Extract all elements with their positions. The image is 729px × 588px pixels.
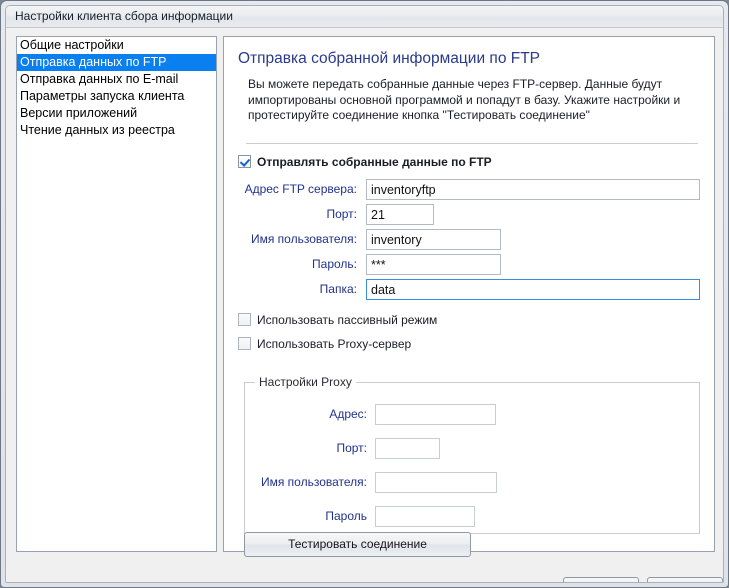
- ftp-server-label: Адрес FTP сервера:: [244, 182, 357, 196]
- proxy-port-row: Порт:: [253, 438, 693, 459]
- proxy-username-label: Имя пользователя:: [260, 475, 367, 489]
- proxy-password-label: Пароль: [325, 509, 367, 523]
- use-proxy-label: Использовать Proxy-сервер: [257, 337, 412, 351]
- enable-ftp-checkbox[interactable]: Отправлять собранные данные по FTP: [238, 155, 492, 169]
- ftp-folder-label: Папка:: [319, 282, 357, 296]
- title-bar[interactable]: Настройки клиента сбора информации: [6, 6, 723, 28]
- ftp-username-label: Имя пользователя:: [250, 232, 357, 246]
- divider: [246, 143, 698, 144]
- settings-category-list[interactable]: Общие настройки Отправка данных по FTP О…: [16, 36, 217, 552]
- sidebar-item-email[interactable]: Отправка данных по E-mail: [17, 71, 216, 88]
- proxy-group-legend: Настройки Proxy: [255, 375, 356, 389]
- checkbox-icon[interactable]: [238, 313, 251, 326]
- page-description: Вы можете передать собранные данные чере…: [248, 77, 681, 122]
- sidebar-item-app-versions[interactable]: Версии приложений: [17, 105, 216, 122]
- cancel-button[interactable]: Отмена: [647, 577, 723, 582]
- settings-panel: Отправка собранной информации по FTP Вы …: [223, 36, 715, 552]
- proxy-port-input[interactable]: [375, 438, 440, 459]
- done-button[interactable]: Готово: [563, 577, 639, 582]
- ftp-folder-input[interactable]: [366, 279, 700, 300]
- proxy-address-row: Адрес:: [253, 404, 693, 425]
- window-inner: Настройки клиента сбора информации Общие…: [5, 5, 724, 583]
- ftp-password-label: Пароль:: [312, 257, 357, 271]
- ftp-password-input[interactable]: [366, 254, 501, 275]
- ftp-server-input[interactable]: [366, 179, 700, 200]
- proxy-password-row: Пароль: [253, 506, 693, 527]
- checkbox-icon[interactable]: [238, 337, 251, 350]
- enable-ftp-label: Отправлять собранные данные по FTP: [257, 155, 492, 169]
- sidebar-item-ftp[interactable]: Отправка данных по FTP: [17, 54, 216, 71]
- proxy-password-input[interactable]: [375, 506, 475, 527]
- ftp-port-input[interactable]: [366, 204, 434, 225]
- page-title: Отправка собранной информации по FTP: [238, 50, 541, 67]
- sidebar-item-registry-read[interactable]: Чтение данных из реестра: [17, 122, 216, 139]
- ftp-username-input[interactable]: [366, 229, 501, 250]
- client-area: Общие настройки Отправка данных по FTP О…: [6, 28, 723, 582]
- proxy-port-label: Порт:: [336, 441, 367, 455]
- proxy-address-input[interactable]: [375, 404, 496, 425]
- passive-mode-label: Использовать пассивный режим: [257, 313, 438, 327]
- proxy-settings-group: Настройки Proxy Адрес: Порт: Имя пользов…: [244, 375, 700, 534]
- sidebar-item-general[interactable]: Общие настройки: [17, 37, 216, 54]
- proxy-username-input[interactable]: [375, 472, 497, 493]
- window-title: Настройки клиента сбора информации: [15, 9, 233, 23]
- use-proxy-checkbox[interactable]: Использовать Proxy-сервер: [238, 337, 411, 351]
- ftp-username-row: Имя пользователя:: [238, 229, 700, 250]
- ftp-port-row: Порт:: [238, 204, 700, 225]
- ftp-password-row: Пароль:: [238, 254, 700, 275]
- ftp-server-row: Адрес FTP сервера:: [238, 179, 700, 200]
- test-connection-button[interactable]: Тестировать соединение: [244, 532, 471, 557]
- dialog-window: Настройки клиента сбора информации Общие…: [0, 0, 729, 588]
- sidebar-item-launch-params[interactable]: Параметры запуска клиента: [17, 88, 216, 105]
- checkbox-icon[interactable]: [238, 155, 251, 168]
- ftp-port-label: Порт:: [326, 207, 357, 221]
- ftp-folder-row: Папка:: [238, 279, 700, 300]
- proxy-username-row: Имя пользователя:: [253, 472, 693, 493]
- passive-mode-checkbox[interactable]: Использовать пассивный режим: [238, 313, 437, 327]
- proxy-address-label: Адрес:: [329, 407, 367, 421]
